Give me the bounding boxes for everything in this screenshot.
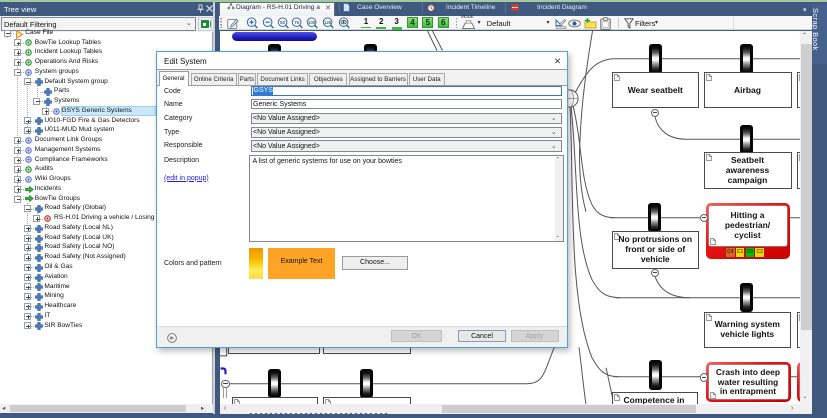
svg-text:75: 75: [294, 20, 299, 25]
svg-text:100: 100: [308, 20, 316, 25]
svg-text:50: 50: [280, 20, 285, 25]
svg-text:125: 125: [324, 20, 332, 25]
